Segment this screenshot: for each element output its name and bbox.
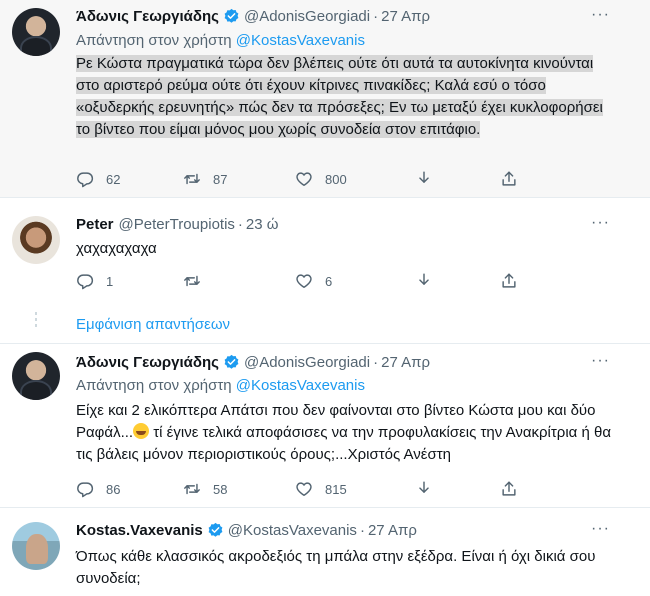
verified-badge-icon xyxy=(223,354,240,370)
retweet-icon xyxy=(184,483,200,495)
download-button[interactable] xyxy=(415,170,433,188)
reply-context: Απάντηση στον χρήστη @KostasVaxevanis xyxy=(76,32,365,49)
share-button[interactable] xyxy=(500,272,518,290)
download-button[interactable] xyxy=(415,272,433,290)
reply-icon xyxy=(77,172,94,188)
tweet[interactable]: Kostas.Vaxevanis @KostasVaxevanis · 27 Α… xyxy=(0,508,650,596)
download-icon xyxy=(416,273,432,289)
retweet-count: 58 xyxy=(213,481,228,497)
verified-badge-icon xyxy=(207,522,223,538)
share-icon xyxy=(502,171,516,186)
tweet-text: χαχαχαχαχα xyxy=(76,240,157,257)
author-handle[interactable]: @KostasVaxevanis xyxy=(228,522,357,539)
tweet-time[interactable]: 27 Απρ xyxy=(368,522,417,539)
tweet-highlighted[interactable]: Άδωνις Γεωργιάδης @AdonisGeorgiadi · 27 … xyxy=(0,0,650,197)
tweet-text: Όπως κάθε κλασσικός ακροδεξιός τη μπάλα … xyxy=(76,548,596,587)
avatar[interactable] xyxy=(12,8,60,56)
verified-badge-icon xyxy=(223,8,240,24)
more-options-button[interactable]: ··· xyxy=(591,520,610,538)
show-replies-link[interactable]: Εμφάνιση απαντήσεων xyxy=(76,316,230,333)
author-handle[interactable]: @PeterTroupiotis xyxy=(119,216,235,233)
reply-count: 62 xyxy=(106,171,121,187)
retweet-button[interactable] xyxy=(183,272,213,290)
share-icon xyxy=(502,481,516,496)
tweet-actions: 62 87 800 xyxy=(76,170,546,190)
author-handle[interactable]: @AdonisGeorgiadi xyxy=(244,354,370,371)
retweet-icon xyxy=(184,275,200,287)
like-count: 800 xyxy=(325,171,347,187)
author-name[interactable]: Άδωνις Γεωργιάδης xyxy=(76,354,219,371)
retweet-button[interactable]: 58 xyxy=(183,480,227,498)
reply-icon xyxy=(77,274,94,290)
separator: · xyxy=(237,216,243,233)
tweet-feed: Άδωνις Γεωργιάδης @AdonisGeorgiadi · 27 … xyxy=(0,0,650,596)
download-icon xyxy=(416,481,432,497)
more-options-button[interactable]: ··· xyxy=(591,214,610,232)
separator: · xyxy=(359,522,365,539)
tweet-time[interactable]: 27 Απρ xyxy=(381,8,430,25)
reply-count: 86 xyxy=(106,481,121,497)
reply-prefix: Απάντηση στον χρήστη xyxy=(76,32,232,49)
reply-to-link[interactable]: @KostasVaxevanis xyxy=(236,32,365,49)
share-button[interactable] xyxy=(500,480,518,498)
heart-icon xyxy=(296,482,312,497)
reply-to-link[interactable]: @KostasVaxevanis xyxy=(236,377,365,394)
author-name[interactable]: Kostas.Vaxevanis xyxy=(76,522,203,539)
laughing-emoji-icon xyxy=(133,423,150,439)
avatar[interactable] xyxy=(12,352,60,400)
more-options-button[interactable]: ··· xyxy=(591,6,610,24)
reply-button[interactable]: 62 xyxy=(76,170,120,188)
tweet-actions: 1 6 xyxy=(76,272,546,292)
thread-dots xyxy=(35,312,37,330)
separator: · xyxy=(373,354,379,371)
author-name[interactable]: Άδωνις Γεωργιάδης xyxy=(76,8,219,25)
like-button[interactable]: 800 xyxy=(295,170,347,188)
like-count: 6 xyxy=(325,273,333,289)
tweet-text: Ρε Κώστα πραγματικά τώρα δεν βλέπεις ούτ… xyxy=(76,53,616,141)
retweet-button[interactable]: 87 xyxy=(183,170,227,188)
reply-button[interactable]: 1 xyxy=(76,272,113,290)
retweet-icon xyxy=(184,173,200,185)
like-button[interactable]: 6 xyxy=(295,272,332,290)
tweet-text-part: τί έγινε τελικά αποφάσισες να την προφυλ… xyxy=(76,424,612,463)
tweet-time[interactable]: 27 Απρ xyxy=(381,354,430,371)
avatar[interactable] xyxy=(12,522,60,570)
download-button[interactable] xyxy=(415,480,433,498)
heart-icon xyxy=(296,274,312,289)
tweet-actions: 86 58 815 xyxy=(76,480,546,500)
tweet-text: Είχε και 2 ελικόπτερα Απάτσι που δεν φαί… xyxy=(76,400,616,466)
avatar[interactable] xyxy=(12,216,60,264)
heart-icon xyxy=(296,172,312,187)
more-options-button[interactable]: ··· xyxy=(591,352,610,370)
tweet[interactable]: Peter @PeterTroupiotis · 23 ώ ··· χαχαχα… xyxy=(0,198,650,310)
share-button[interactable] xyxy=(500,170,518,188)
tweet-time[interactable]: 23 ώ xyxy=(246,216,279,233)
reply-count: 1 xyxy=(106,273,114,289)
tweet[interactable]: Άδωνις Γεωργιάδης @AdonisGeorgiadi · 27 … xyxy=(0,344,650,506)
tweet-text-content: Ρε Κώστα πραγματικά τώρα δεν βλέπεις ούτ… xyxy=(76,55,603,138)
author-name[interactable]: Peter xyxy=(76,216,114,233)
reply-context: Απάντηση στον χρήστη @KostasVaxevanis xyxy=(76,377,365,394)
like-button[interactable]: 815 xyxy=(295,480,347,498)
reply-prefix: Απάντηση στον χρήστη xyxy=(76,377,232,394)
author-handle[interactable]: @AdonisGeorgiadi xyxy=(244,8,370,25)
reply-icon xyxy=(77,482,94,498)
download-icon xyxy=(416,171,432,187)
retweet-count: 87 xyxy=(213,171,228,187)
reply-button[interactable]: 86 xyxy=(76,480,120,498)
separator: · xyxy=(373,8,379,25)
like-count: 815 xyxy=(325,481,347,497)
share-icon xyxy=(502,273,516,288)
